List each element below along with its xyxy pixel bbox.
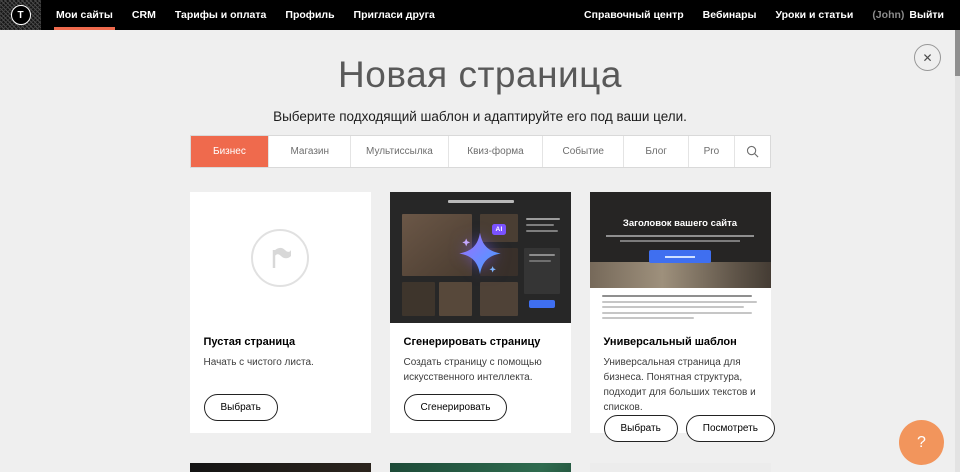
template-card-ai-generate[interactable]: AI Сгенерировать страницу Создать страни…	[390, 192, 571, 433]
template-category-tabs: Бизнес Магазин Мультиссылка Квиз-форма С…	[190, 135, 771, 168]
card-actions: Выбрать	[204, 394, 357, 421]
mock-text-line	[529, 254, 555, 256]
tab-event[interactable]: Событие	[542, 136, 623, 167]
mock-text-line	[602, 295, 752, 297]
nav-profile[interactable]: Профиль	[285, 0, 334, 30]
card-title: Пустая страница	[204, 336, 357, 348]
template-cards-grid: Пустая страница Начать с чистого листа. …	[190, 192, 771, 472]
template-card-partial[interactable]	[590, 463, 771, 472]
mock-photo-block	[480, 282, 518, 316]
nav-logout[interactable]: (John) Выйти	[872, 0, 944, 30]
mock-text-line	[526, 230, 558, 232]
universal-template-preview: Заголовок вашего сайта	[590, 192, 771, 323]
nav-invite-friend[interactable]: Пригласи друга	[354, 0, 435, 30]
page-scrollbar[interactable]	[955, 30, 960, 472]
user-name: (John)	[872, 9, 904, 21]
mock-photo-block	[439, 282, 472, 316]
tilda-mark-icon	[251, 229, 309, 287]
tilda-logo-icon: T	[11, 5, 31, 25]
main-nav: Мои сайты CRM Тарифы и оплата Профиль Пр…	[56, 0, 435, 30]
template-preview	[190, 463, 371, 472]
card-title: Универсальный шаблон	[604, 336, 757, 348]
search-icon	[746, 145, 759, 158]
tab-quiz-form[interactable]: Квиз-форма	[448, 136, 543, 167]
tab-multilink[interactable]: Мультиссылка	[350, 136, 448, 167]
page-title: Новая страница	[0, 54, 960, 96]
close-button[interactable]: ✕	[914, 44, 941, 71]
logo-letter: T	[17, 10, 23, 21]
card-body: Универсальный шаблон Универсальная стран…	[590, 323, 771, 454]
ai-badge: AI	[492, 224, 506, 235]
tab-pro[interactable]: Pro	[688, 136, 733, 167]
preview-universal-button[interactable]: Посмотреть	[686, 415, 775, 442]
template-card-universal[interactable]: Заголовок вашего сайта Универсальный шаб…	[590, 192, 771, 433]
mock-text-line	[606, 235, 754, 237]
nav-lessons-articles[interactable]: Уроки и статьи	[775, 0, 853, 30]
choose-blank-button[interactable]: Выбрать	[204, 394, 278, 421]
mock-text-line	[602, 306, 744, 308]
logout-label: Выйти	[909, 9, 944, 21]
card-title: Сгенерировать страницу	[404, 336, 557, 348]
card-body: Сгенерировать страницу Создать страницу …	[390, 323, 571, 433]
generate-button[interactable]: Сгенерировать	[404, 394, 508, 421]
choose-universal-button[interactable]: Выбрать	[604, 415, 678, 442]
ai-template-preview: AI	[390, 192, 571, 323]
ai-star-icon	[457, 230, 503, 281]
mock-text-line	[526, 218, 560, 220]
template-card-partial[interactable]	[190, 463, 371, 472]
template-preview	[590, 463, 771, 472]
topbar: T Мои сайты CRM Тарифы и оплата Профиль …	[0, 0, 960, 30]
template-card-blank-page[interactable]: Пустая страница Начать с чистого листа. …	[190, 192, 371, 433]
app-window: T Мои сайты CRM Тарифы и оплата Профиль …	[0, 0, 960, 472]
mock-button	[529, 300, 555, 308]
help-button[interactable]: ?	[899, 420, 944, 465]
mock-text-line	[448, 200, 514, 203]
page-subtitle: Выберите подходящий шаблон и адаптируйте…	[0, 109, 960, 124]
logo[interactable]: T	[0, 0, 41, 30]
nav-tariffs-payment[interactable]: Тарифы и оплата	[175, 0, 267, 30]
mock-text-line	[529, 260, 551, 262]
secondary-nav: Справочный центр Вебинары Уроки и статьи…	[584, 0, 944, 30]
nav-webinars[interactable]: Вебинары	[703, 0, 757, 30]
mock-text-line	[526, 224, 554, 226]
tab-blog[interactable]: Блог	[623, 136, 688, 167]
nav-my-sites[interactable]: Мои сайты	[56, 0, 113, 30]
blank-template-preview	[190, 192, 371, 323]
close-icon: ✕	[922, 52, 932, 64]
card-actions: Сгенерировать	[404, 394, 557, 421]
card-description: Универсальная страница для бизнеса. Поня…	[604, 355, 757, 415]
template-card-partial[interactable]	[390, 463, 571, 472]
tab-shop[interactable]: Магазин	[268, 136, 350, 167]
tab-search[interactable]	[734, 136, 770, 167]
nav-help-center[interactable]: Справочный центр	[584, 0, 684, 30]
card-body: Пустая страница Начать с чистого листа. …	[190, 323, 371, 433]
tab-business[interactable]: Бизнес	[191, 136, 269, 167]
mock-text-line	[620, 240, 740, 242]
mock-text-line	[602, 301, 757, 303]
template-preview	[390, 463, 571, 472]
nav-crm[interactable]: CRM	[132, 0, 156, 30]
mock-hero-photo	[590, 262, 771, 288]
card-description: Создать страницу с помощью искусственног…	[404, 355, 557, 385]
mock-hero-button	[649, 250, 711, 263]
mock-text-line	[602, 312, 752, 314]
mock-text-section	[590, 288, 771, 323]
mock-hero-section: Заголовок вашего сайта	[590, 192, 771, 288]
card-actions: Выбрать Посмотреть	[604, 415, 757, 442]
mock-text-line	[602, 317, 694, 319]
mock-photo-block	[402, 282, 435, 316]
card-description: Начать с чистого листа.	[204, 355, 357, 370]
mock-hero-title: Заголовок вашего сайта	[623, 218, 737, 229]
scrollbar-thumb[interactable]	[955, 30, 960, 76]
